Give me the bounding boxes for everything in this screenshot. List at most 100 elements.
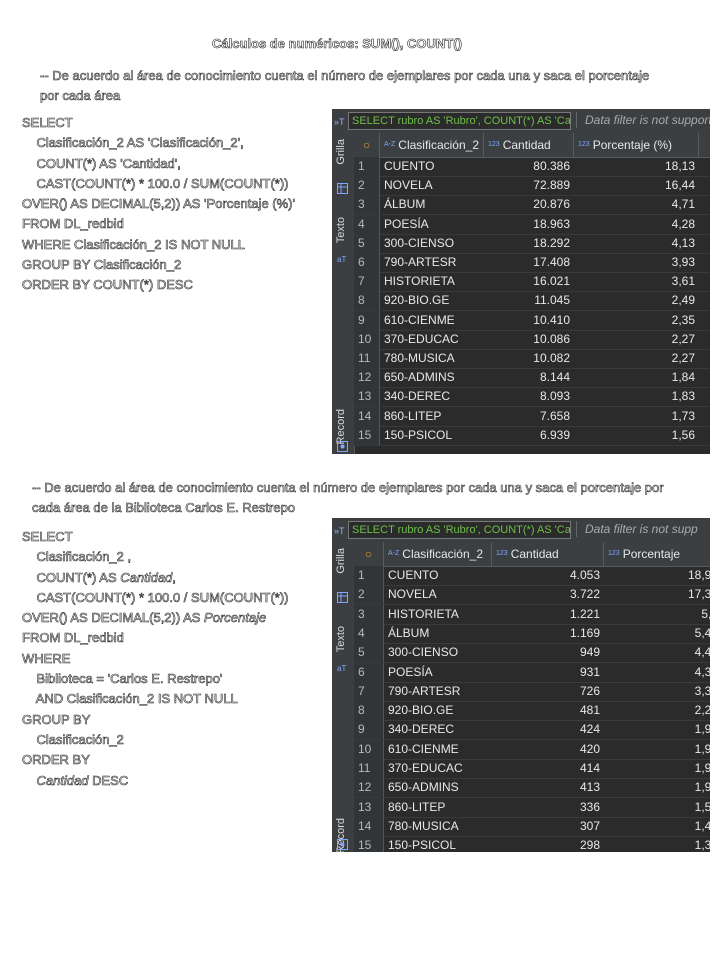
cell-porcentaje[interactable]: 2,25 bbox=[604, 701, 710, 720]
cell-clasificacion[interactable]: 150-PSICOL bbox=[380, 426, 484, 445]
cell-porcentaje[interactable]: 2,35 bbox=[574, 311, 699, 330]
column-header[interactable]: 123 Porcentaje bbox=[604, 542, 710, 566]
cell-porcentaje[interactable]: 1,43 bbox=[604, 817, 710, 836]
cell-clasificacion[interactable]: CUENTO bbox=[384, 566, 492, 585]
cell-cantidad[interactable]: 1.169 bbox=[492, 624, 604, 643]
table-row[interactable]: 6 790-ARTESR 17.408 3,93 bbox=[354, 253, 710, 273]
cell-clasificacion[interactable]: 860-LITEP bbox=[380, 407, 484, 426]
cell-porcentaje[interactable]: 1,84 bbox=[574, 368, 699, 387]
cell-clasificacion[interactable]: 780-MUSICA bbox=[384, 817, 492, 836]
column-header[interactable]: 123 Porcentaje (%) bbox=[574, 133, 699, 157]
cell-cantidad[interactable]: 3.722 bbox=[492, 585, 604, 604]
cell-porcentaje[interactable]: 18,13 bbox=[574, 157, 699, 176]
cell-porcentaje[interactable]: 1,96 bbox=[604, 740, 710, 759]
cell-porcentaje[interactable]: 3,93 bbox=[574, 253, 699, 272]
cell-clasificacion[interactable]: 790-ARTESR bbox=[380, 253, 484, 272]
cell-cantidad[interactable]: 20.876 bbox=[484, 195, 574, 214]
column-header[interactable]: A-Z Clasificación_2 bbox=[384, 542, 492, 566]
table-row[interactable]: 7790-ARTESR7263,39 bbox=[354, 681, 710, 702]
cell-clasificacion[interactable]: 300-CIENSO bbox=[384, 643, 492, 662]
table-row[interactable]: 1 CUENTO 80.386 18,13 bbox=[354, 157, 710, 177]
table-row[interactable]: 5300-CIENSO9494,43 bbox=[354, 643, 710, 664]
cell-cantidad[interactable]: 17.408 bbox=[484, 253, 574, 272]
column-header[interactable]: A-Z Clasificación_2 bbox=[380, 133, 484, 157]
section1-result-grid[interactable]: »T SELECT rubro AS 'Rubro', COUNT(*) AS '… bbox=[332, 109, 710, 454]
cell-cantidad[interactable]: 336 bbox=[492, 798, 604, 817]
cell-cantidad[interactable]: 18.963 bbox=[484, 215, 574, 234]
cell-clasificacion[interactable]: ÁLBUM bbox=[380, 195, 484, 214]
sql-editor-icon[interactable]: »T bbox=[334, 114, 346, 127]
record-icon[interactable] bbox=[337, 837, 348, 850]
cell-clasificacion[interactable]: 650-ADMINS bbox=[384, 778, 492, 797]
cell-clasificacion[interactable]: 300-CIENSO bbox=[380, 234, 484, 253]
cell-clasificacion[interactable]: 860-LITEP bbox=[384, 798, 492, 817]
table-row[interactable]: 12 650-ADMINS 8.144 1,84 bbox=[354, 368, 710, 389]
cell-cantidad[interactable]: 10.086 bbox=[484, 330, 574, 349]
cell-clasificacion[interactable]: 780-MUSICA bbox=[380, 349, 484, 368]
cell-cantidad[interactable]: 6.939 bbox=[484, 426, 574, 445]
cell-clasificacion[interactable]: 610-CIENME bbox=[384, 740, 492, 759]
cell-cantidad[interactable]: 7.658 bbox=[484, 407, 574, 426]
cell-porcentaje[interactable]: 3,61 bbox=[574, 272, 699, 291]
row-number-header[interactable]: ○ bbox=[354, 133, 380, 157]
query-text-field[interactable]: SELECT rubro AS 'Rubro', COUNT(*) AS 'Ca… bbox=[348, 521, 571, 539]
cell-cantidad[interactable]: 72.889 bbox=[484, 176, 574, 195]
grid-icon[interactable] bbox=[337, 590, 348, 603]
grid-icon[interactable] bbox=[337, 181, 348, 194]
cell-cantidad[interactable]: 931 bbox=[492, 663, 604, 682]
table-row[interactable]: 14 860-LITEP 7.658 1,73 bbox=[354, 406, 710, 427]
table-row[interactable]: 10610-CIENME4201,96 bbox=[354, 739, 710, 760]
cell-cantidad[interactable]: 16.021 bbox=[484, 272, 574, 291]
cell-porcentaje[interactable]: 1,73 bbox=[574, 407, 699, 426]
table-row[interactable]: 11 780-MUSICA 10.082 2,27 bbox=[354, 349, 710, 369]
cell-cantidad[interactable]: 10.082 bbox=[484, 349, 574, 368]
text-icon[interactable]: aT bbox=[337, 660, 348, 673]
sort-circle-icon[interactable]: ○ bbox=[365, 547, 372, 561]
cell-cantidad[interactable]: 18.292 bbox=[484, 234, 574, 253]
tab-grilla[interactable]: Grilla bbox=[335, 548, 347, 574]
cell-clasificacion[interactable]: 150-PSICOL bbox=[384, 836, 492, 852]
cell-clasificacion[interactable]: 650-ADMINS bbox=[380, 368, 484, 387]
cell-clasificacion[interactable]: POESÍA bbox=[380, 215, 484, 234]
table-row[interactable]: 11370-EDUCAC4141,93 bbox=[354, 759, 710, 779]
cell-clasificacion[interactable]: HISTORIETA bbox=[384, 605, 492, 624]
cell-porcentaje[interactable]: 4,13 bbox=[574, 234, 699, 253]
cell-cantidad[interactable]: 307 bbox=[492, 817, 604, 836]
query-text-field[interactable]: SELECT rubro AS 'Rubro', COUNT(*) AS 'Ca… bbox=[348, 112, 571, 130]
table-row[interactable]: 7 HISTORIETA 16.021 3,61 bbox=[354, 272, 710, 293]
record-icon[interactable] bbox=[337, 439, 348, 452]
cell-cantidad[interactable]: 298 bbox=[492, 836, 604, 852]
cell-clasificacion[interactable]: 610-CIENME bbox=[380, 311, 484, 330]
cell-porcentaje[interactable]: 1,93 bbox=[604, 759, 710, 778]
cell-cantidad[interactable]: 420 bbox=[492, 740, 604, 759]
table-row[interactable]: 9340-DEREC4241,98 bbox=[354, 720, 710, 741]
table-row[interactable]: 9 610-CIENME 10.410 2,35 bbox=[354, 310, 710, 331]
cell-porcentaje[interactable]: 1,56 bbox=[574, 426, 699, 445]
cell-cantidad[interactable]: 481 bbox=[492, 701, 604, 720]
cell-porcentaje[interactable]: 1,98 bbox=[604, 720, 710, 739]
cell-clasificacion[interactable]: 790-ARTESR bbox=[384, 682, 492, 701]
cell-clasificacion[interactable]: ÁLBUM bbox=[384, 624, 492, 643]
table-row[interactable]: 4ÁLBUM1.1695,46 bbox=[354, 623, 710, 644]
cell-porcentaje[interactable]: 1,57 bbox=[604, 798, 710, 817]
table-row[interactable]: 6POESÍA9314,35 bbox=[354, 662, 710, 683]
table-row[interactable]: 12650-ADMINS4131,93 bbox=[354, 778, 710, 799]
text-icon[interactable]: aT bbox=[337, 251, 348, 264]
cell-porcentaje[interactable]: 16,44 bbox=[574, 176, 699, 195]
table-row[interactable]: 15150-PSICOL2981,39 bbox=[354, 836, 710, 852]
cell-clasificacion[interactable]: CUENTO bbox=[380, 157, 484, 176]
table-row[interactable]: 4 POESÍA 18.963 4,28 bbox=[354, 214, 710, 235]
data-filter-field[interactable]: Data filter is not supported bbox=[576, 112, 710, 128]
cell-clasificacion[interactable]: NOVELA bbox=[384, 585, 492, 604]
data-filter-field[interactable]: Data filter is not supp bbox=[576, 521, 710, 537]
cell-clasificacion[interactable]: 340-DEREC bbox=[380, 387, 484, 406]
cell-porcentaje[interactable]: 1,39 bbox=[604, 836, 710, 852]
cell-clasificacion[interactable]: 370-EDUCAC bbox=[380, 330, 484, 349]
table-row[interactable]: 2NOVELA3.72217,38 bbox=[354, 585, 710, 606]
cell-porcentaje[interactable]: 5,46 bbox=[604, 624, 710, 643]
cell-porcentaje[interactable]: 4,35 bbox=[604, 663, 710, 682]
table-row[interactable]: 13 340-DEREC 8.093 1,83 bbox=[354, 387, 710, 408]
cell-porcentaje[interactable]: 17,38 bbox=[604, 585, 710, 604]
cell-porcentaje[interactable]: 4,28 bbox=[574, 215, 699, 234]
table-row[interactable]: 2 NOVELA 72.889 16,44 bbox=[354, 176, 710, 197]
